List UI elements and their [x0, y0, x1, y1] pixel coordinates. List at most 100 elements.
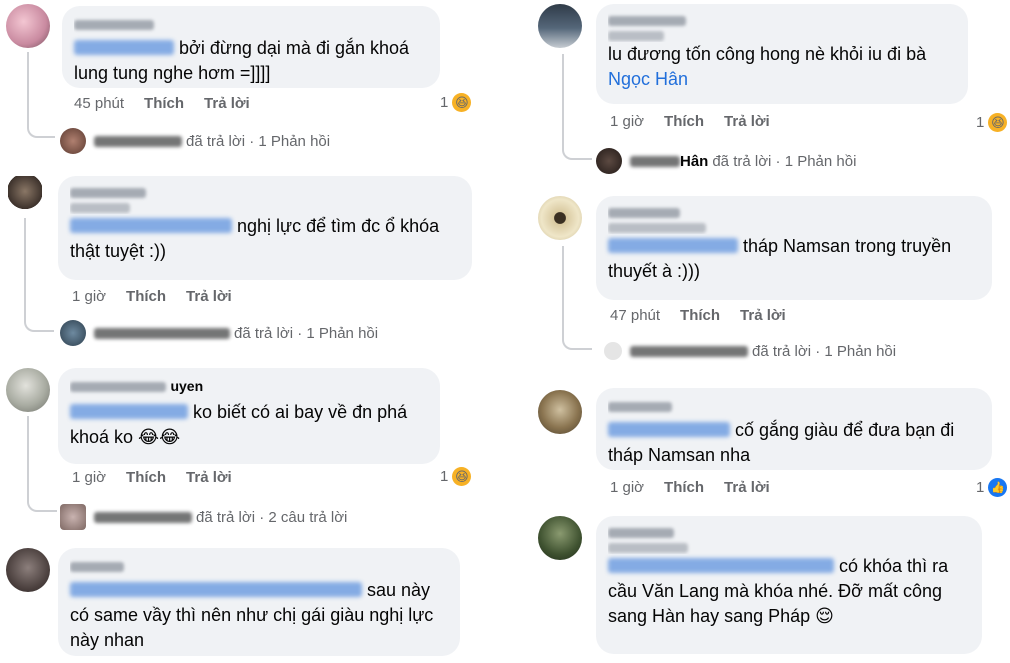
- comment-text: bởi đừng dại mà đi gắn khoá lung tung ng…: [74, 38, 410, 83]
- avatar[interactable]: [538, 4, 582, 48]
- reaction-count[interactable]: 1 👍: [976, 478, 1008, 497]
- comment-time[interactable]: 45 phút: [74, 95, 124, 112]
- commenter-name[interactable]: [70, 556, 446, 578]
- replier-name-partial: Hân: [680, 152, 709, 170]
- replies-summary[interactable]: đã trả lời · 1 Phản hồi: [60, 320, 378, 346]
- haha-emoji-icon: 😆: [452, 93, 472, 112]
- commenter-name[interactable]: [70, 184, 458, 214]
- reply-button[interactable]: Trả lời: [186, 469, 232, 486]
- avatar: [604, 342, 622, 360]
- comment-bubble: bởi đừng dại mà đi gắn khoá lung tung ng…: [62, 6, 440, 88]
- replies-text: đã trả lời · 1 Phản hồi: [712, 152, 857, 170]
- comment-time[interactable]: 1 giờ: [72, 469, 106, 486]
- replier-name: [94, 327, 230, 339]
- comment-text: ko biết có ai bay về đn phá khoá ko 😂😂: [70, 402, 408, 447]
- comment-text: tháp Namsan trong truyền thuyết à :))): [608, 236, 952, 281]
- reaction-count[interactable]: 1 😆: [440, 467, 472, 486]
- comment-actions: 45 phút Thích Trả lời: [74, 95, 270, 112]
- reaction-number: 1: [440, 468, 449, 485]
- comment: lu đương tốn công hong nè khỏi iu đi bà N…: [520, 0, 1010, 180]
- reaction-number: 1: [976, 479, 985, 496]
- avatar[interactable]: [538, 390, 582, 434]
- comments-column-right: lu đương tốn công hong nè khỏi iu đi bà N…: [520, 0, 1010, 663]
- comment: tháp Namsan trong truyền thuyết à :))) 4…: [520, 190, 1010, 370]
- comment-time[interactable]: 47 phút: [610, 307, 660, 324]
- reaction-count[interactable]: 1 😆: [440, 93, 472, 112]
- comment: cố gắng giàu để đưa bạn đi tháp Namsan n…: [520, 382, 1010, 512]
- comment-text: có khóa thì ra cầu Văn Lang mà khóa nhé.…: [608, 556, 949, 626]
- replies-summary[interactable]: đã trả lời · 2 câu trả lời: [60, 504, 347, 530]
- comment-bubble: tháp Namsan trong truyền thuyết à :))): [596, 196, 992, 300]
- replies-summary[interactable]: Hân đã trả lời · 1 Phản hồi: [596, 148, 856, 174]
- comment-text: nghị lực để tìm đc ổ khóa thật tuyệt :)): [70, 216, 440, 261]
- avatar[interactable]: [6, 4, 50, 48]
- comment-bubble: cố gắng giàu để đưa bạn đi tháp Namsan n…: [596, 388, 992, 470]
- column-divider: [500, 0, 514, 663]
- commenter-name[interactable]: [608, 12, 954, 42]
- replier-name: [94, 135, 182, 147]
- avatar[interactable]: [6, 368, 50, 412]
- comment-bubble: có khóa thì ra cầu Văn Lang mà khóa nhé.…: [596, 516, 982, 654]
- like-button[interactable]: Thích: [680, 307, 720, 324]
- comment: có khóa thì ra cầu Văn Lang mà khóa nhé.…: [520, 512, 1010, 663]
- like-button[interactable]: Thích: [144, 95, 184, 112]
- mention-link[interactable]: [608, 238, 738, 253]
- replier-name: [94, 511, 192, 523]
- comment-text: cố gắng giàu để đưa bạn đi tháp Namsan n…: [608, 420, 955, 465]
- avatar[interactable]: [538, 516, 582, 560]
- comment-text: sau này có same vầy thì nên như chị gái …: [70, 580, 434, 650]
- mention-link[interactable]: [608, 558, 834, 573]
- like-button[interactable]: Thích: [664, 479, 704, 496]
- commenter-name[interactable]: [608, 204, 978, 234]
- mention-link[interactable]: [70, 218, 232, 233]
- comment-actions: 1 giờ Thích Trả lời: [610, 113, 790, 130]
- reply-button[interactable]: Trả lời: [740, 307, 786, 324]
- avatar: [596, 148, 622, 174]
- comment: uyen ko biết có ai bay về đn phá khoá ko…: [0, 364, 492, 530]
- thread-line: [562, 54, 592, 160]
- haha-emoji-icon: 😆: [988, 113, 1008, 132]
- comment-bubble: nghị lực để tìm đc ổ khóa thật tuyệt :)): [58, 176, 472, 280]
- avatar[interactable]: [8, 176, 42, 210]
- mention-link[interactable]: [608, 422, 730, 437]
- replies-text: đã trả lời · 1 Phản hồi: [234, 324, 379, 342]
- commenter-name[interactable]: [608, 524, 968, 554]
- avatar: [60, 504, 86, 530]
- comment-actions: 1 giờ Thích Trả lời: [72, 288, 252, 305]
- comment-time[interactable]: 1 giờ: [72, 288, 106, 305]
- replier-name: [630, 155, 680, 167]
- comment: bởi đừng dại mà đi gắn khoá lung tung ng…: [0, 0, 492, 160]
- comment-time[interactable]: 1 giờ: [610, 479, 644, 496]
- thread-line: [562, 246, 592, 350]
- avatar[interactable]: [538, 196, 582, 240]
- reply-button[interactable]: Trả lời: [204, 95, 250, 112]
- avatar: [60, 320, 86, 346]
- replies-summary[interactable]: đã trả lời · 1 Phản hồi: [60, 128, 330, 154]
- mention-link[interactable]: [70, 404, 188, 419]
- avatar[interactable]: [6, 548, 50, 592]
- mention-link[interactable]: Ngọc Hân: [608, 69, 688, 89]
- reply-button[interactable]: Trả lời: [186, 288, 232, 305]
- replies-text: đã trả lời · 2 câu trả lời: [196, 508, 348, 526]
- replies-text: đã trả lời · 1 Phản hồi: [752, 342, 897, 360]
- commenter-name[interactable]: uyen: [70, 376, 426, 400]
- commenter-name[interactable]: [74, 14, 426, 36]
- comments-column-left: bởi đừng dại mà đi gắn khoá lung tung ng…: [0, 0, 492, 663]
- like-button[interactable]: Thích: [126, 288, 166, 305]
- comment: nghị lực để tìm đc ổ khóa thật tuyệt :))…: [0, 172, 492, 352]
- comment-actions: 1 giờ Thích Trả lời: [72, 469, 252, 486]
- reply-button[interactable]: Trả lời: [724, 113, 770, 130]
- thread-line: [27, 416, 57, 512]
- comment: sau này có same vầy thì nên như chị gái …: [0, 542, 492, 663]
- mention-link[interactable]: [74, 40, 174, 55]
- reply-button[interactable]: Trả lời: [724, 479, 770, 496]
- comment-time[interactable]: 1 giờ: [610, 113, 644, 130]
- replies-summary[interactable]: đã trả lời · 1 Phản hồi: [604, 342, 896, 360]
- reaction-count[interactable]: 1 😆: [976, 113, 1008, 132]
- replies-text: đã trả lời · 1 Phản hồi: [186, 132, 331, 150]
- like-button[interactable]: Thích: [664, 113, 704, 130]
- commenter-name[interactable]: [608, 396, 978, 418]
- reaction-number: 1: [976, 114, 985, 131]
- like-button[interactable]: Thích: [126, 469, 166, 486]
- mention-link[interactable]: [70, 582, 362, 597]
